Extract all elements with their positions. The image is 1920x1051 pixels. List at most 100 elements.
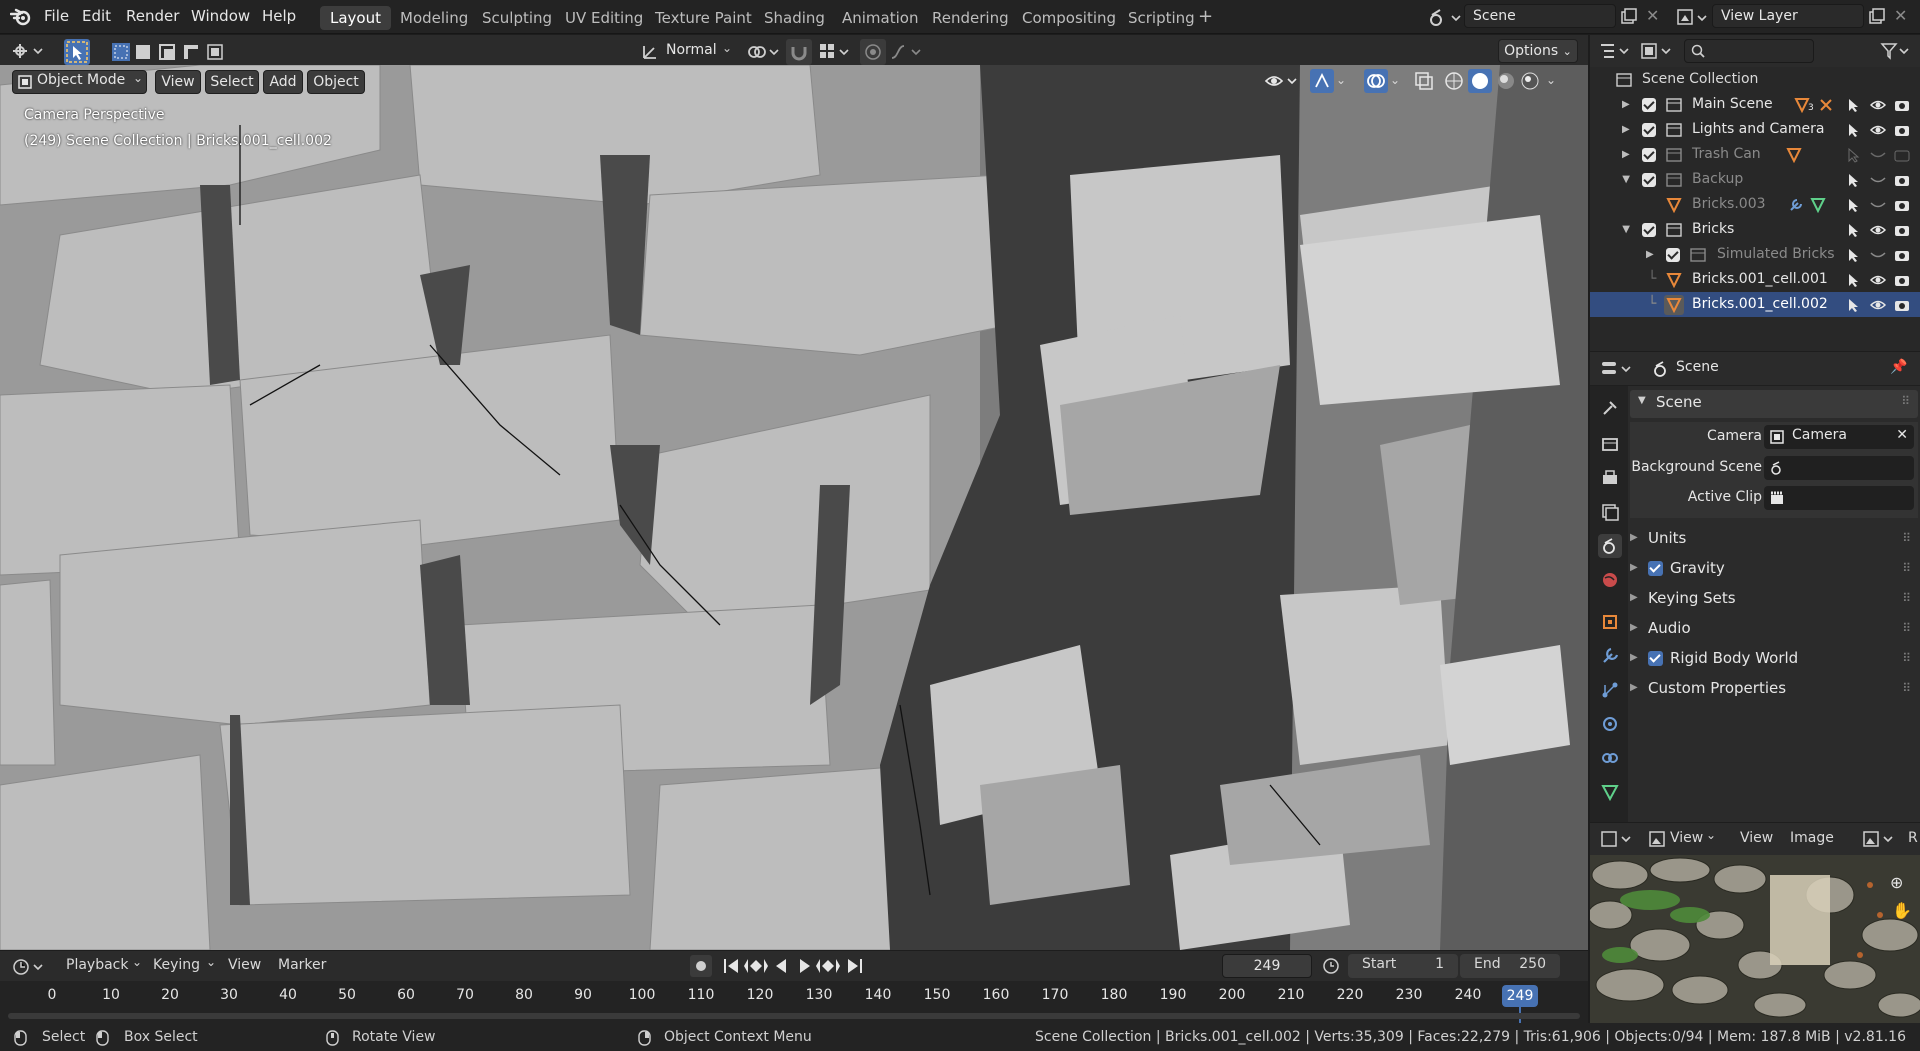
material-shading-icon[interactable] <box>1496 71 1516 91</box>
menu-edit[interactable]: Edit <box>82 7 111 25</box>
custom-properties-panel[interactable]: ▶ Custom Properties ⠿ <box>1630 674 1918 702</box>
timeline-view-menu[interactable]: View <box>228 957 261 973</box>
exclude-checkbox[interactable] <box>1642 98 1656 112</box>
solid-shading-icon[interactable] <box>1468 69 1492 93</box>
rendered-shading-icon[interactable] <box>1520 71 1540 91</box>
scene-selector-icon[interactable] <box>1428 7 1462 27</box>
snap-icon[interactable] <box>786 39 812 65</box>
menu-file[interactable]: File <box>44 7 69 25</box>
properties-editor-type-icon[interactable] <box>1600 359 1634 379</box>
outliner-search-input[interactable] <box>1684 39 1814 63</box>
scene-panel-header[interactable]: ▼ Scene ⠿ <box>1630 390 1918 418</box>
record-button[interactable] <box>690 955 712 977</box>
selectable-cursor-icon[interactable] <box>1846 197 1862 213</box>
chevron-down-icon[interactable]: ⌄ <box>206 955 216 969</box>
background-scene-field[interactable] <box>1764 456 1914 480</box>
particles-tab-icon[interactable] <box>1598 678 1622 702</box>
viewport-menu-view[interactable]: View <box>155 70 201 94</box>
camera-render-icon[interactable] <box>1894 97 1910 113</box>
selectable-cursor-icon[interactable] <box>1846 147 1862 163</box>
world-tab-icon[interactable] <box>1598 568 1622 592</box>
eye-closed-icon[interactable] <box>1870 147 1886 163</box>
end-frame-field[interactable]: End 250 <box>1460 954 1560 978</box>
exclude-checkbox[interactable] <box>1666 248 1680 262</box>
selectable-cursor-icon[interactable] <box>1846 122 1862 138</box>
audio-panel[interactable]: ▶ Audio ⠿ <box>1630 614 1918 642</box>
outliner-row-lights-and-camera[interactable]: ▶ Lights and Camera <box>1590 117 1920 142</box>
clear-camera-icon[interactable]: ✕ <box>1896 427 1908 443</box>
snap-target-icon[interactable] <box>818 42 852 62</box>
tab-sculpting[interactable]: Sculpting <box>472 6 562 30</box>
tab-modeling[interactable]: Modeling <box>390 6 478 30</box>
blender-logo-icon[interactable] <box>10 7 32 27</box>
selectable-cursor-icon[interactable] <box>1846 97 1862 113</box>
tab-uv-editing[interactable]: UV Editing <box>555 6 653 30</box>
render-tab-icon[interactable] <box>1598 432 1622 456</box>
eye-icon[interactable] <box>1870 272 1886 288</box>
outliner-row-bricks-cell-002[interactable]: └ Bricks.001_cell.002 <box>1590 292 1920 317</box>
falloff-icon[interactable] <box>890 42 924 62</box>
selectable-cursor-icon[interactable] <box>1846 272 1862 288</box>
data-tab-icon[interactable] <box>1598 780 1622 804</box>
zoom-icon[interactable]: ⊕ <box>1890 873 1903 892</box>
3d-viewport[interactable]: Object Mode ⌄ View Select Add Object Cam… <box>0 65 1588 950</box>
active-clip-field[interactable] <box>1764 486 1914 510</box>
selectable-cursor-icon[interactable] <box>1846 297 1862 313</box>
timeline-editor-type-icon[interactable] <box>12 957 46 977</box>
add-workspace-icon[interactable]: + <box>1198 6 1213 27</box>
image-editor-type-icon[interactable] <box>1600 829 1634 849</box>
keying-menu[interactable]: Keying <box>153 957 200 973</box>
xray-icon[interactable] <box>1414 71 1434 91</box>
start-frame-field[interactable]: Start 1 <box>1348 954 1458 978</box>
select-tool-icon[interactable] <box>64 39 90 65</box>
camera-render-icon[interactable] <box>1894 272 1910 288</box>
object-tab-icon[interactable] <box>1598 610 1622 634</box>
exclude-checkbox[interactable] <box>1642 123 1656 137</box>
chevron-down-icon[interactable]: ⌄ <box>1336 73 1346 87</box>
chevron-down-icon[interactable]: ⌄ <box>132 955 142 969</box>
eye-closed-icon[interactable] <box>1870 172 1886 188</box>
visibility-icon[interactable] <box>1264 71 1298 91</box>
eye-icon[interactable] <box>1870 97 1886 113</box>
expand-arrow-icon[interactable]: ▶ <box>1646 242 1654 267</box>
view-layer-icon[interactable] <box>1676 7 1710 27</box>
exclude-checkbox[interactable] <box>1642 173 1656 187</box>
drag-handle-icon[interactable]: ⠿ <box>1902 584 1911 612</box>
camera-render-icon[interactable] <box>1894 122 1910 138</box>
expand-arrow-icon[interactable]: ▶ <box>1622 92 1630 117</box>
drag-handle-icon[interactable]: ⠿ <box>1901 394 1910 408</box>
exclude-checkbox[interactable] <box>1642 148 1656 162</box>
chevron-down-icon[interactable]: ⌄ <box>1390 73 1400 87</box>
outliner-row-simulated-bricks[interactable]: ▶ Simulated Bricks <box>1590 242 1920 267</box>
wireframe-shading-icon[interactable] <box>1444 71 1464 91</box>
scene-tab-icon[interactable] <box>1598 534 1622 558</box>
viewport-menu-object[interactable]: Object <box>307 70 365 94</box>
pan-hand-icon[interactable]: ✋ <box>1892 901 1912 920</box>
menu-help[interactable]: Help <box>262 7 296 25</box>
display-mode-icon[interactable] <box>1640 41 1674 61</box>
view-layer-field[interactable]: View Layer <box>1712 4 1864 28</box>
camera-render-icon[interactable] <box>1894 297 1910 313</box>
outliner-row-backup[interactable]: ▶ Backup <box>1590 167 1920 192</box>
expand-arrow-icon[interactable]: ▶ <box>1622 142 1630 167</box>
image-name-truncated[interactable]: R <box>1908 830 1918 846</box>
camera-render-icon[interactable] <box>1894 222 1910 238</box>
keying-sets-panel[interactable]: ▶ Keying Sets ⠿ <box>1630 584 1918 612</box>
new-view-layer-icon[interactable] <box>1868 8 1886 26</box>
orientation-dropdown[interactable]: Normal <box>666 42 717 58</box>
chevron-down-icon[interactable]: ⌄ <box>1546 73 1556 87</box>
orientation-icon[interactable] <box>640 42 660 62</box>
playhead-frame-indicator[interactable]: 249 <box>1502 985 1538 1007</box>
camera-render-icon[interactable] <box>1894 172 1910 188</box>
camera-render-icon[interactable] <box>1894 147 1910 163</box>
gizmo-icon[interactable] <box>1310 69 1334 93</box>
pivot-icon[interactable] <box>746 42 780 62</box>
delete-scene-icon[interactable]: ✕ <box>1646 6 1659 25</box>
preview-range-clock-icon[interactable] <box>1322 957 1340 975</box>
selectable-cursor-icon[interactable] <box>1846 222 1862 238</box>
current-frame-field[interactable]: 249 <box>1222 954 1312 978</box>
rigid-body-world-checkbox[interactable] <box>1648 651 1663 666</box>
image-browse-icon[interactable] <box>1862 829 1896 849</box>
editor-type-icon[interactable] <box>10 41 46 61</box>
object-mode-dropdown[interactable]: Object Mode ⌄ <box>12 70 147 94</box>
